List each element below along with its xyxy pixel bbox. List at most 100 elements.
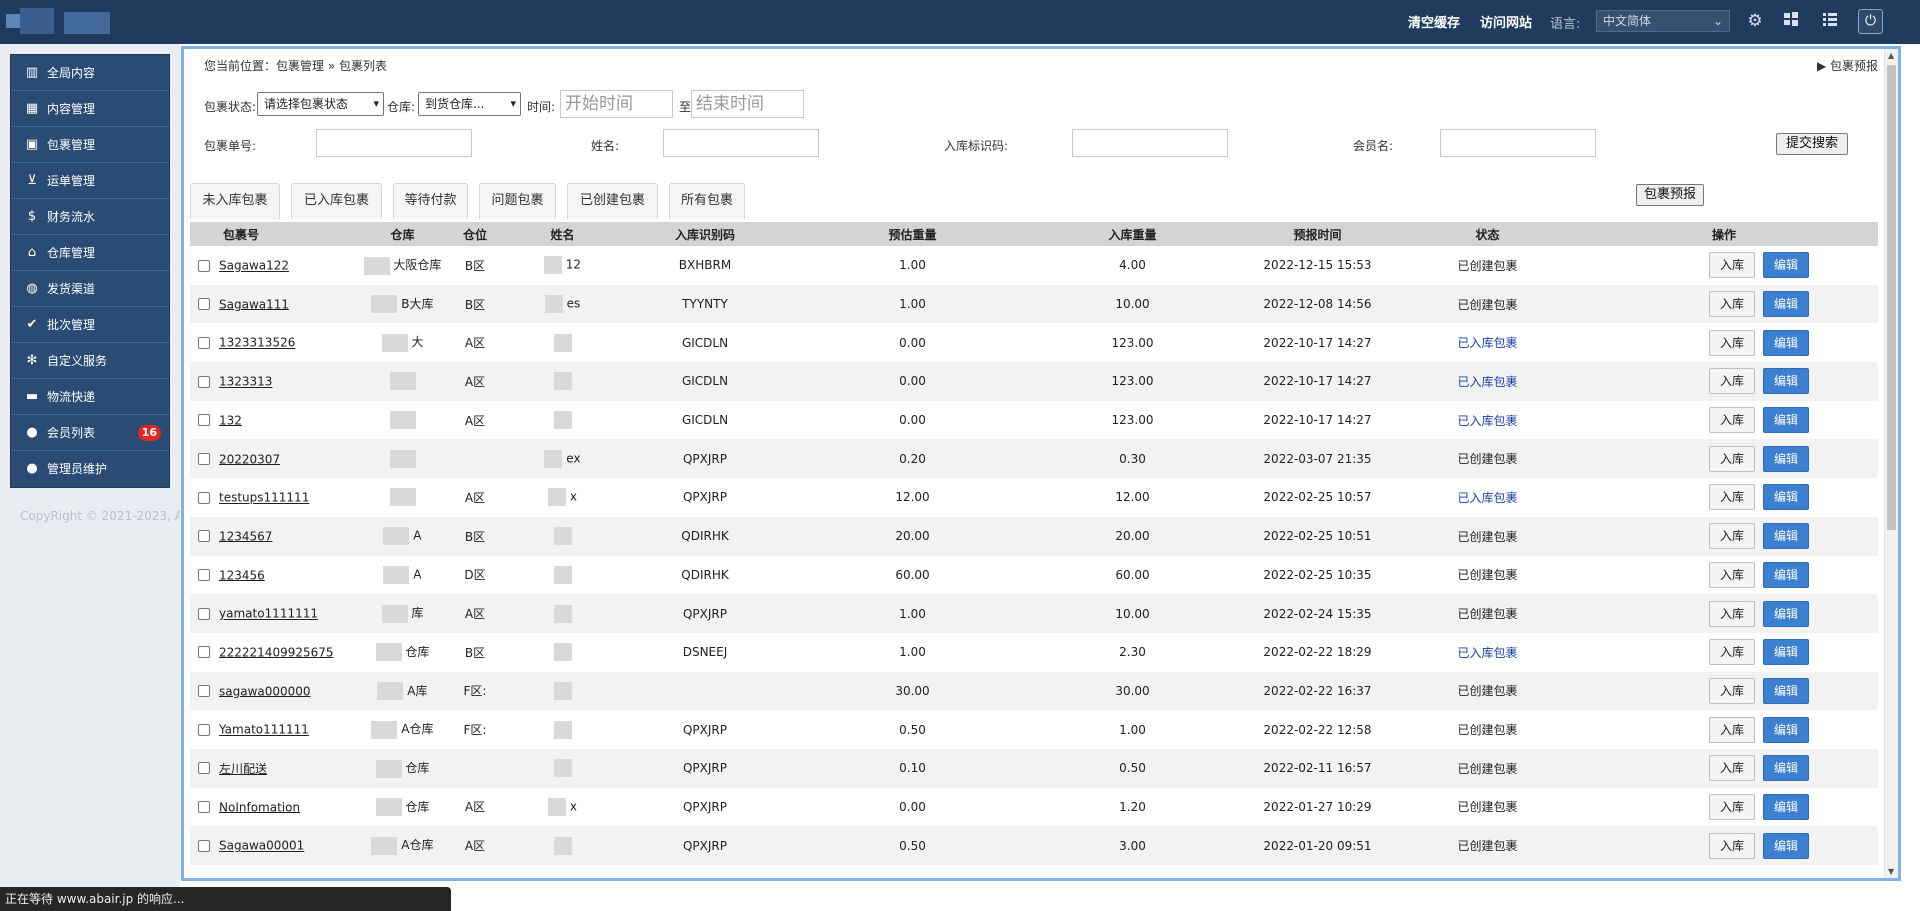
sidebar-item-finance[interactable]: $ 财务流水 [11, 199, 169, 235]
package-number-input[interactable] [316, 129, 472, 157]
inbound-button[interactable]: 入库 [1709, 639, 1755, 666]
package-link[interactable]: sagawa000000 [219, 684, 311, 698]
tab-inbound[interactable]: 已入库包裹 [291, 183, 382, 219]
scroll-up-icon[interactable]: ▲ [1888, 51, 1894, 60]
inbound-button[interactable]: 入库 [1709, 677, 1755, 704]
edit-button[interactable]: 编辑 [1763, 291, 1809, 318]
row-checkbox[interactable] [198, 569, 210, 582]
row-checkbox[interactable] [198, 762, 210, 775]
inbound-button[interactable]: 入库 [1709, 445, 1755, 472]
row-checkbox[interactable] [198, 259, 210, 272]
sidebar-item-channels[interactable]: ◍ 发货渠道 [11, 271, 169, 307]
sidebar-item-batches[interactable]: ✔ 批次管理 [11, 307, 169, 343]
member-name-input[interactable] [1440, 129, 1596, 157]
package-link[interactable]: 222221409925675 [219, 645, 334, 659]
status-select[interactable]: 请选择包裹状态 ▾ [257, 92, 384, 116]
package-link[interactable]: testups111111 [219, 491, 309, 505]
sidebar-item-content[interactable]: ▦ 内容管理 [11, 91, 169, 127]
edit-button[interactable]: 编辑 [1763, 523, 1809, 550]
package-link[interactable]: Sagawa111 [219, 297, 289, 311]
row-checkbox[interactable] [198, 646, 210, 659]
row-checkbox[interactable] [198, 298, 210, 311]
package-link[interactable]: Sagawa122 [219, 259, 289, 273]
warehouse-select[interactable]: 到货仓库... ▾ [418, 92, 521, 116]
row-checkbox[interactable] [198, 839, 210, 852]
package-preview-button[interactable]: 包裹预报 [1636, 184, 1704, 206]
tab-problem[interactable]: 问题包裹 [479, 183, 556, 219]
sidebar-item-admins[interactable]: ● 管理员维护 [11, 451, 169, 487]
sidebar-item-members[interactable]: ● 会员列表 16 [11, 415, 169, 451]
tab-created[interactable]: 已创建包裹 [567, 183, 658, 219]
package-link[interactable]: 1323313 [219, 375, 272, 389]
edit-button[interactable]: 编辑 [1763, 677, 1809, 704]
edit-button[interactable]: 编辑 [1763, 600, 1809, 627]
edit-button[interactable]: 编辑 [1763, 561, 1809, 588]
package-link[interactable]: 132 [219, 413, 242, 427]
inbound-button[interactable]: 入库 [1709, 832, 1755, 859]
inbound-button[interactable]: 入库 [1709, 484, 1755, 511]
scrollbar-thumb[interactable] [1887, 65, 1896, 530]
inbound-button[interactable]: 入库 [1709, 755, 1755, 782]
row-checkbox[interactable] [198, 453, 210, 466]
edit-button[interactable]: 编辑 [1763, 793, 1809, 820]
inbound-button[interactable]: 入库 [1709, 716, 1755, 743]
end-time-input[interactable]: 结束时间 [691, 90, 804, 118]
start-time-input[interactable]: 开始时间 [560, 90, 673, 118]
inbound-button[interactable]: 入库 [1709, 329, 1755, 356]
inbound-button[interactable]: 入库 [1709, 368, 1755, 395]
inbound-button[interactable]: 入库 [1709, 600, 1755, 627]
row-checkbox[interactable] [198, 801, 210, 814]
submit-search-button[interactable]: 提交搜索 [1776, 133, 1848, 155]
edit-button[interactable]: 编辑 [1763, 252, 1809, 279]
inbound-button[interactable]: 入库 [1709, 561, 1755, 588]
edit-button[interactable]: 编辑 [1763, 445, 1809, 472]
edit-button[interactable]: 编辑 [1763, 832, 1809, 859]
row-checkbox[interactable] [198, 530, 210, 543]
package-link[interactable]: 1234567 [219, 529, 272, 543]
row-checkbox[interactable] [198, 685, 210, 698]
sidebar-item-global[interactable]: ▥ 全局内容 [11, 55, 169, 91]
sidebar-item-warehouse[interactable]: ⌂ 仓库管理 [11, 235, 169, 271]
inbound-button[interactable]: 入库 [1709, 793, 1755, 820]
package-link[interactable]: Sagawa00001 [219, 839, 304, 853]
visit-site-link[interactable]: 访问网站 [1480, 12, 1532, 31]
row-checkbox[interactable] [198, 375, 210, 388]
row-checkbox[interactable] [198, 723, 210, 736]
row-checkbox[interactable] [198, 336, 210, 349]
name-input[interactable] [663, 129, 819, 157]
package-link[interactable]: yamato1111111 [219, 607, 318, 621]
tab-awaiting-payment[interactable]: 等待付款 [393, 183, 468, 219]
inbound-button[interactable]: 入库 [1709, 252, 1755, 279]
power-icon[interactable]: ⏻ [1858, 9, 1883, 34]
inbound-button[interactable]: 入库 [1709, 291, 1755, 318]
package-link[interactable]: Yamato111111 [219, 723, 309, 737]
package-link[interactable]: NoInfomation [219, 800, 300, 814]
sidebar-item-services[interactable]: ✻ 自定义服务 [11, 343, 169, 379]
inbound-button[interactable]: 入库 [1709, 407, 1755, 434]
inbound-button[interactable]: 入库 [1709, 523, 1755, 550]
tab-not-inbound[interactable]: 未入库包裹 [190, 183, 280, 219]
clear-cache-link[interactable]: 清空缓存 [1408, 12, 1460, 31]
edit-button[interactable]: 编辑 [1763, 329, 1809, 356]
edit-button[interactable]: 编辑 [1763, 484, 1809, 511]
tab-all[interactable]: 所有包裹 [669, 183, 745, 219]
windows-icon[interactable] [1781, 11, 1801, 31]
inbound-code-input[interactable] [1072, 129, 1228, 157]
list-icon[interactable] [1820, 11, 1840, 31]
scroll-down-icon[interactable]: ▼ [1888, 867, 1894, 876]
row-checkbox[interactable] [198, 607, 210, 620]
row-checkbox[interactable] [198, 414, 210, 427]
row-checkbox[interactable] [198, 491, 210, 504]
edit-button[interactable]: 编辑 [1763, 639, 1809, 666]
edit-button[interactable]: 编辑 [1763, 716, 1809, 743]
scrollbar[interactable]: ▲ ▼ [1884, 49, 1898, 878]
edit-button[interactable]: 编辑 [1763, 368, 1809, 395]
package-link[interactable]: 左川配送 [219, 762, 267, 776]
sidebar-item-logistics[interactable]: ▬ 物流快递 [11, 379, 169, 415]
package-link[interactable]: 123456 [219, 568, 265, 582]
edit-button[interactable]: 编辑 [1763, 407, 1809, 434]
package-link[interactable]: 20220307 [219, 452, 280, 466]
package-link[interactable]: 1323313526 [219, 336, 295, 350]
package-preview-link[interactable]: ▶ 包裹预报 [1817, 57, 1878, 74]
edit-button[interactable]: 编辑 [1763, 755, 1809, 782]
